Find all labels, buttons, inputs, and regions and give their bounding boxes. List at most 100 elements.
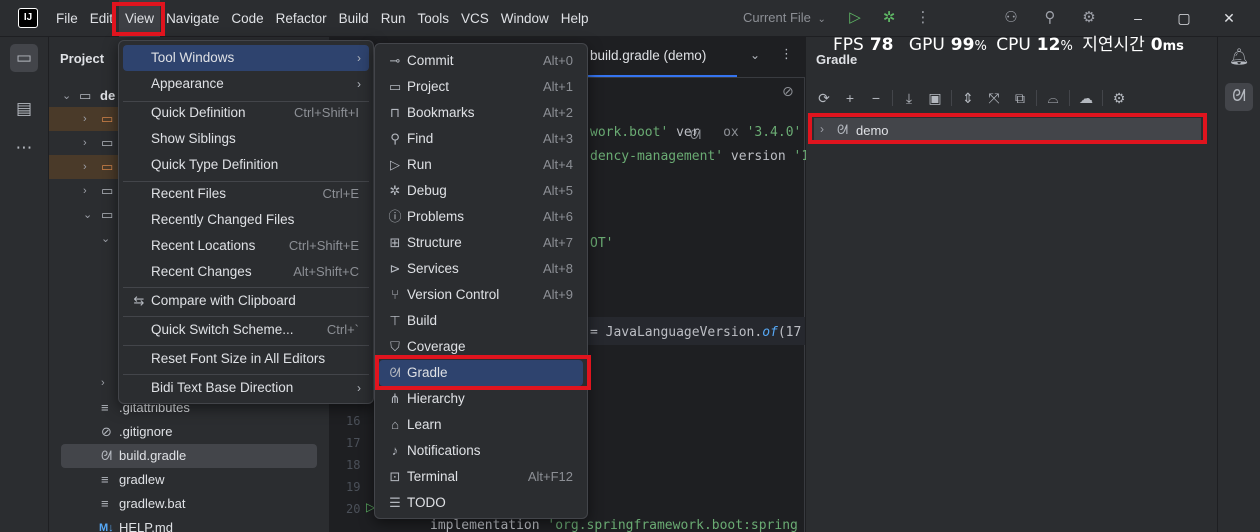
structure-icon[interactable]: ▤ — [10, 95, 38, 123]
offline-cloud-icon[interactable]: ☁ — [1075, 87, 1097, 109]
gradle-icon: ᘛ — [101, 448, 113, 463]
menu-item-recent-locations[interactable]: Recent Locations Ctrl+Shift+E — [123, 233, 369, 259]
menu-navigate[interactable]: Navigate — [160, 0, 225, 37]
menu-file[interactable]: File — [50, 0, 84, 37]
tool-windows-submenu: ⊸ Commit Alt+0 ▭ Project Alt+1 ⊓ Bookmarks Alt… — [374, 43, 588, 519]
tree-file[interactable]: ≡ gradlew — [49, 468, 330, 492]
gpu-label: GPU — [908, 35, 945, 55]
menu-vcs[interactable]: VCS — [455, 0, 495, 37]
menu-item-project[interactable]: ▭ Project Alt+1 — [379, 74, 583, 100]
menu-item-find[interactable]: ⚲ Find Alt+3 — [379, 126, 583, 152]
menu-build[interactable]: Build — [333, 0, 375, 37]
line-number: 16 — [346, 414, 361, 428]
elephant-icon[interactable]: ⌓ — [1042, 87, 1064, 109]
menu-item-run[interactable]: ▷ Run Alt+4 — [379, 152, 583, 178]
run-config-selector[interactable]: Current File ⌄ — [743, 10, 826, 25]
highlight-box-gradle-item — [375, 355, 591, 390]
no-icon[interactable]: ⊘ — [782, 83, 794, 100]
folder-icon: ▭ — [101, 111, 114, 126]
menu-item-label: Compare with Clipboard — [151, 293, 296, 308]
menu-item-show-siblings[interactable]: Show Siblings — [123, 126, 369, 152]
code-method: of — [762, 325, 778, 340]
menu-item-label: Structure — [407, 235, 462, 250]
chevron-down-icon: ⌄ — [817, 14, 826, 25]
tree-file[interactable]: ≡ gradlew.bat — [49, 492, 330, 516]
menu-item-quick-switch-scheme[interactable]: Quick Switch Scheme... Ctrl+` — [123, 317, 369, 343]
dependencies-icon[interactable]: ⧉ — [1009, 87, 1031, 109]
menu-item-version-control[interactable]: ⑂ Version Control Alt+9 — [379, 282, 583, 308]
more-horizontal-icon[interactable]: ⋯ — [10, 134, 38, 162]
toolbar-separator — [1036, 90, 1037, 106]
add-user-icon[interactable]: ⚇ — [1001, 8, 1021, 28]
debug-icon: ✲ — [389, 183, 401, 198]
menu-item-label: Recently Changed Files — [151, 212, 295, 227]
menu-item-debug[interactable]: ✲ Debug Alt+5 — [379, 178, 583, 204]
menu-item-quick-type-definition[interactable]: Quick Type Definition — [123, 152, 369, 178]
app-logo[interactable]: IJ — [18, 8, 38, 28]
menu-code[interactable]: Code — [225, 0, 269, 37]
toolbar-separator — [1102, 90, 1103, 106]
latency-value: 0 — [1150, 35, 1163, 55]
gradle-icon[interactable]: ᘛ — [1225, 83, 1253, 111]
tree-file-selected[interactable]: ᘛ build.gradle — [61, 444, 317, 468]
menu-tools[interactable]: Tools — [411, 0, 455, 37]
menu-item-build[interactable]: ⊤ Build — [379, 308, 583, 334]
menu-item-services[interactable]: ⊳ Services Alt+8 — [379, 256, 583, 282]
collapse-all-icon[interactable]: ⤧ — [983, 87, 1005, 109]
menu-item-recent-changes[interactable]: Recent Changes Alt+Shift+C — [123, 259, 369, 285]
minus-icon[interactable]: − — [865, 87, 887, 109]
chevron-down-icon: ⌄ — [83, 209, 93, 221]
menu-item-structure[interactable]: ⊞ Structure Alt+7 — [379, 230, 583, 256]
search-icon[interactable]: ⚲ — [1040, 8, 1060, 28]
gear-icon[interactable]: ⚙ — [1079, 8, 1099, 28]
code-text: = JavaLanguageVersion. — [590, 325, 763, 340]
chevron-down-icon[interactable]: ⌄ — [750, 48, 760, 62]
chevron-right-icon: › — [83, 113, 87, 125]
run-icon[interactable]: ▷ — [845, 8, 865, 28]
tab-build-gradle[interactable]: build.gradle (demo) — [590, 48, 706, 63]
menu-item-recent-files[interactable]: Recent Files Ctrl+E — [123, 181, 369, 207]
tree-file[interactable]: ⊘ .gitignore — [49, 420, 330, 444]
menu-item-tool-windows[interactable]: Tool Windows › — [123, 45, 369, 71]
menu-item-commit[interactable]: ⊸ Commit Alt+0 — [379, 48, 583, 74]
menu-item-reset-font-size[interactable]: Reset Font Size in All Editors — [123, 346, 369, 372]
expand-all-icon[interactable]: ⇕ — [957, 87, 979, 109]
refresh-icon[interactable]: ⟳ — [813, 87, 835, 109]
menu-refactor[interactable]: Refactor — [270, 0, 333, 37]
menu-item-problems[interactable]: ⓘ Problems Alt+6 — [379, 204, 583, 230]
menu-item-appearance[interactable]: Appearance › — [123, 71, 369, 97]
menu-item-label: Quick Definition — [151, 105, 246, 120]
menu-item-bookmarks[interactable]: ⊓ Bookmarks Alt+2 — [379, 100, 583, 126]
minimize-icon[interactable]: – — [1128, 9, 1148, 27]
menu-item-label: Reset Font Size in All Editors — [151, 351, 326, 366]
code-text: (17 — [777, 325, 802, 340]
gear-icon[interactable]: ⚙ — [1108, 87, 1130, 109]
menu-item-notifications[interactable]: ♪ Notifications — [379, 438, 583, 464]
code-string: work.boot' — [590, 125, 669, 140]
menu-item-bidi-text-direction[interactable]: Bidi Text Base Direction › — [123, 375, 369, 401]
more-vertical-icon[interactable]: ⋮ — [913, 8, 933, 28]
search-icon: ⚲ — [390, 131, 400, 146]
highlight-box-view-menu — [112, 2, 165, 36]
tree-file[interactable]: M↓ HELP.md — [49, 516, 330, 532]
more-vertical-icon[interactable]: ⋮ — [780, 46, 793, 62]
download-icon[interactable]: ⤓ — [898, 87, 920, 109]
todo-icon: ☰ — [389, 495, 401, 510]
menu-run[interactable]: Run — [375, 0, 412, 37]
project-tool-folder-icon[interactable]: ▭ — [10, 44, 38, 72]
menu-help[interactable]: Help — [555, 0, 595, 37]
menu-item-compare-with-clipboard[interactable]: ⇆ Compare with Clipboard — [123, 288, 369, 314]
menu-item-learn[interactable]: ⌂ Learn — [379, 412, 583, 438]
plus-icon[interactable]: + — [839, 87, 861, 109]
menu-item-quick-definition[interactable]: Quick Definition Ctrl+Shift+I — [123, 100, 369, 126]
menu-item-recently-changed-files[interactable]: Recently Changed Files — [123, 207, 369, 233]
bell-icon[interactable]: 🔔︎ — [1225, 44, 1253, 72]
menu-item-terminal[interactable]: ⊡ Terminal Alt+F12 — [379, 464, 583, 490]
menu-item-todo[interactable]: ☰ TODO — [379, 490, 583, 516]
debug-icon[interactable]: ✲ — [879, 8, 899, 28]
execute-task-icon[interactable]: ▣ — [924, 87, 946, 109]
menu-window[interactable]: Window — [495, 0, 555, 37]
code-line: dency-management' version '1 — [590, 149, 809, 164]
close-icon[interactable]: ✕ — [1219, 9, 1239, 27]
maximize-icon[interactable]: ▢ — [1174, 9, 1194, 27]
